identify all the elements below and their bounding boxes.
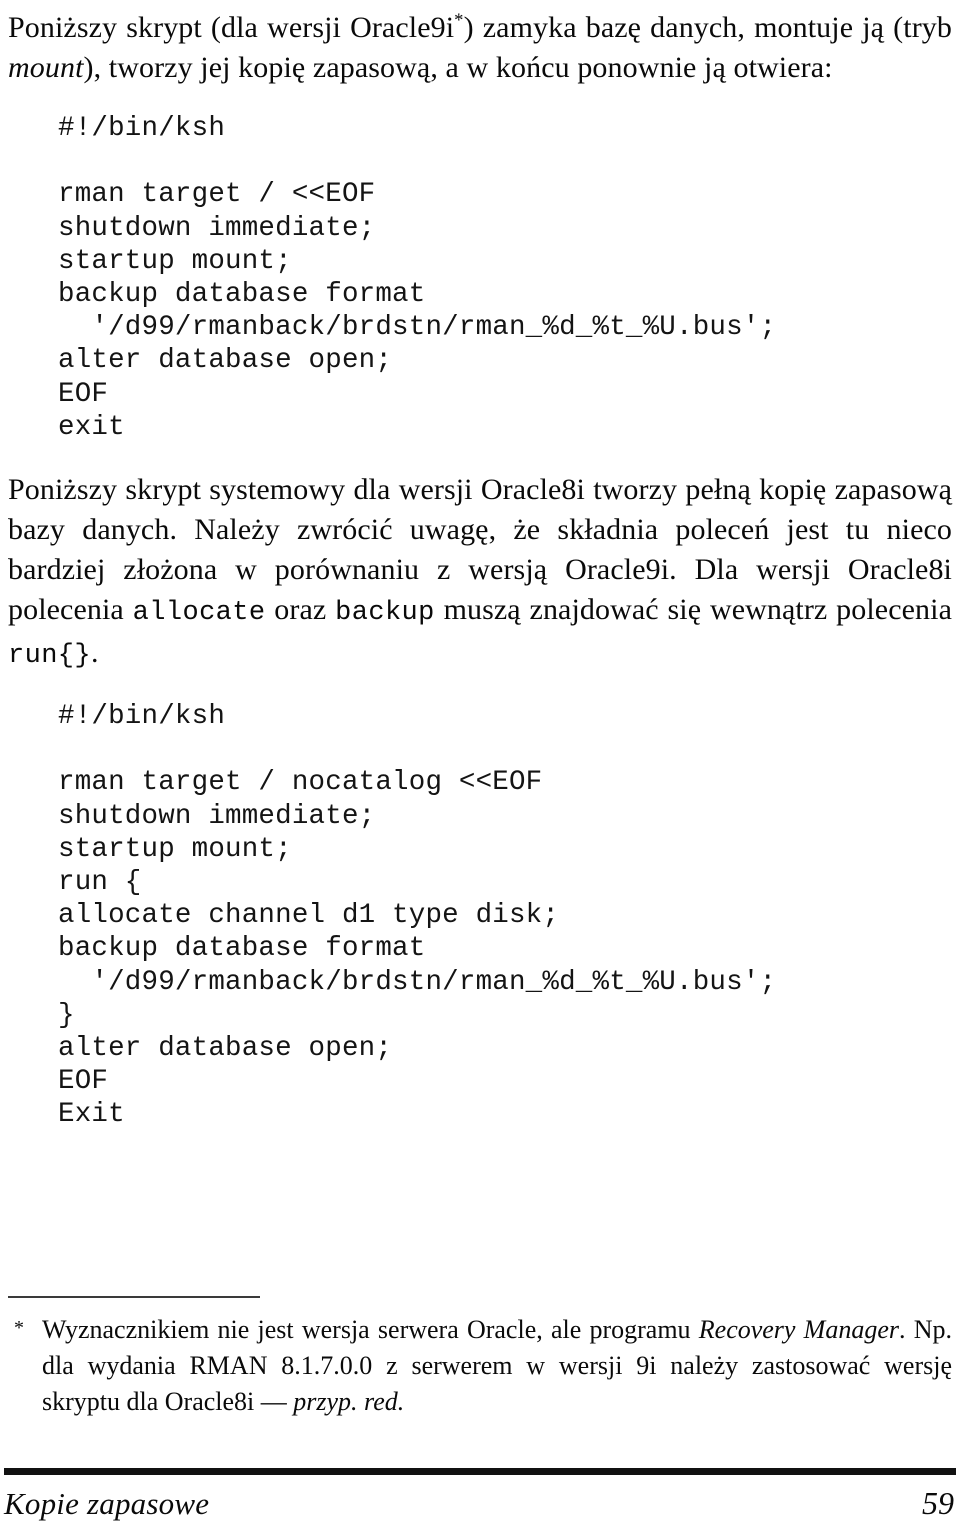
intro-paragraph: Poniższy skrypt (dla wersji Oracle9i*) z… (8, 0, 952, 88)
middle-paragraph: Poniższy skrypt systemowy dla wersji Ora… (8, 470, 952, 676)
inline-code-run: run{} (8, 641, 92, 672)
document-page: Poniższy skrypt (dla wersji Oracle9i*) z… (0, 0, 960, 1532)
page-content: Poniższy skrypt (dla wersji Oracle9i*) z… (8, 0, 952, 1132)
footnote-separator-rule (8, 1296, 260, 1298)
footnote-seg1: Wyznacznikiem nie jest wersja serwera Or… (42, 1315, 699, 1344)
code-block-oracle9i: #!/bin/ksh rman target / <<EOF shutdown … (58, 113, 777, 443)
middle-text-seg2: oraz (265, 593, 336, 627)
intro-italic-term: mount (8, 51, 84, 84)
intro-text-tail: ), tworzy jej kopię zapasową, a w końcu … (83, 51, 833, 84)
running-title: Kopie zapasowe (4, 1486, 210, 1521)
middle-text-seg3: muszą znajdować się wewnątrz polecenia (434, 593, 952, 627)
footnote-text: * Wyznacznikiem nie jest wersja serwera O… (8, 1312, 952, 1420)
inline-code-backup: backup (335, 598, 435, 629)
inline-code-allocate: allocate (132, 598, 266, 629)
page-footer: Kopie zapasowe 59 (4, 1468, 956, 1522)
footnote-marker: * (14, 1317, 24, 1339)
footnote-italic-przyp-red: przyp. red. (293, 1387, 405, 1416)
footnote-reference-marker[interactable]: * (454, 10, 463, 31)
code-block-oracle8i: #!/bin/ksh rman target / nocatalog <<EOF… (58, 701, 777, 1131)
intro-text-before: Poniższy skrypt (dla wersji Oracle9i (8, 11, 455, 44)
footer-rule (4, 1468, 956, 1475)
middle-text-seg4: . (91, 636, 99, 670)
footnote-italic-recovery-manager: Recovery Manager (698, 1315, 899, 1344)
intro-text-after: ) zamyka bazę danych, montuje ją (tryb (463, 11, 952, 44)
footer-row: Kopie zapasowe 59 (4, 1485, 956, 1522)
footnote-area: * Wyznacznikiem nie jest wersja serwera O… (8, 1296, 952, 1420)
page-number: 59 (922, 1485, 954, 1521)
